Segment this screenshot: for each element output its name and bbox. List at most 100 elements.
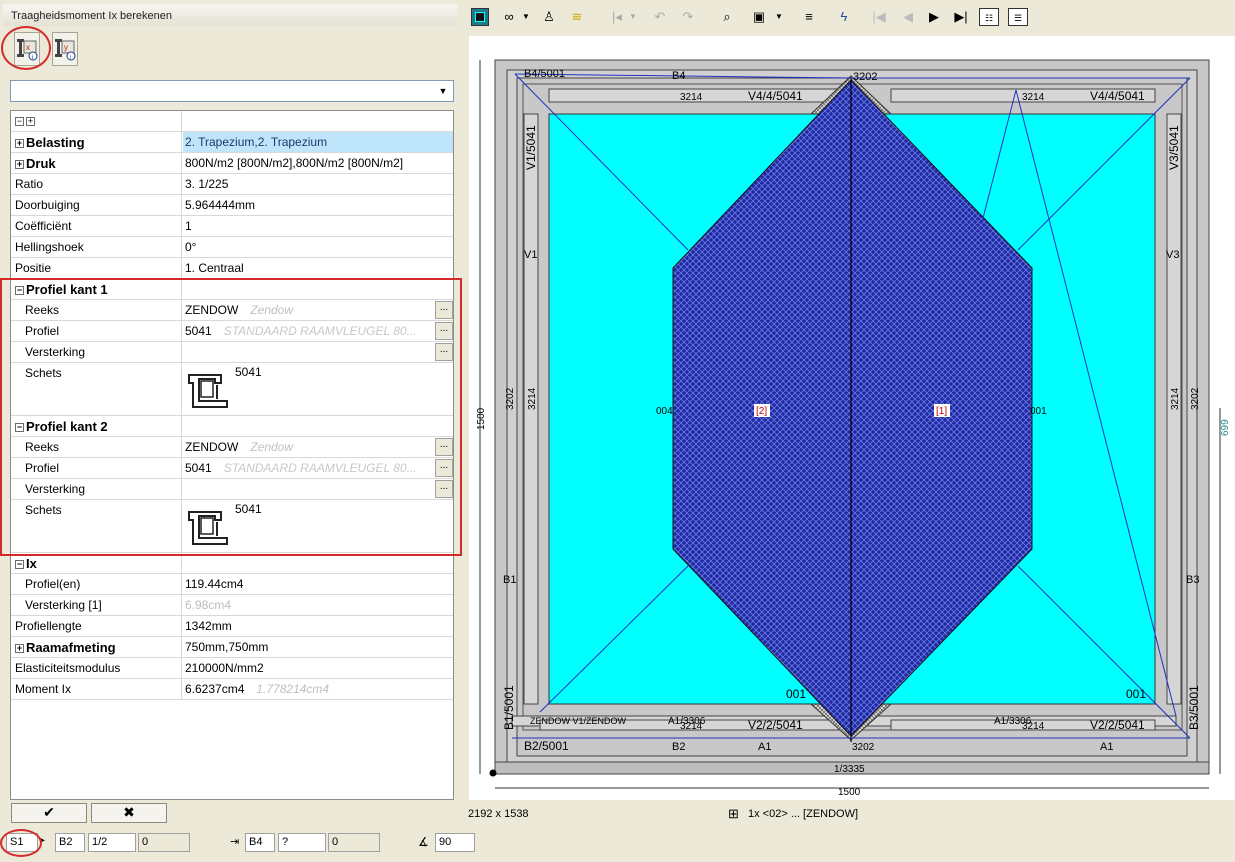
row-moment-ix[interactable]: Moment Ix 6.6237cm4 1.778214cm4: [11, 679, 453, 700]
glasses-icon[interactable]: ∞: [499, 8, 519, 26]
label-right-3202: 3202: [1190, 387, 1201, 410]
label-panel-2: [2]: [756, 406, 767, 417]
angle-icon: ∡: [418, 835, 429, 849]
label-b1-5001: B1/5001: [502, 685, 516, 730]
label-004: 004: [656, 406, 673, 417]
collapse-icon[interactable]: −: [15, 560, 24, 569]
label-v3-5041: V3/5041: [1167, 125, 1181, 170]
grid-icon: ⊞: [728, 806, 739, 821]
highlight-circle-tools: [1, 26, 51, 70]
label-001-right: 001: [1126, 687, 1146, 701]
row-profiellengte[interactable]: Profiellengte 1342mm: [11, 616, 453, 637]
chevron-down-icon[interactable]: ▼: [521, 8, 531, 26]
prev-page-icon: ◀: [903, 9, 913, 24]
label-bottom-code: 3202: [852, 742, 875, 753]
window-frame-drawing: B4/5001 B4 3202 3214 V4/4/5041 3214 V4/4…: [476, 59, 1231, 798]
row-versterking-ix[interactable]: Versterking [1] 6.98cm4: [11, 595, 453, 616]
label-v4-right: V4/4/5041: [1090, 89, 1145, 103]
label-b3: B3: [1186, 574, 1199, 586]
lightning-icon[interactable]: ϟ: [835, 8, 853, 26]
iy-calc-button[interactable]: y i: [52, 32, 78, 66]
height-dimension: 1500: [476, 407, 487, 430]
row-positie[interactable]: Positie 1. Centraal: [11, 258, 453, 279]
first-disabled-icon: |◂: [612, 9, 622, 24]
selection-dropdown[interactable]: ▼: [10, 80, 454, 102]
label-v4-left: V4/4/5041: [748, 89, 803, 103]
label-v2-right: V2/2/5041: [1090, 718, 1145, 732]
group-ix[interactable]: − Ix: [11, 553, 453, 574]
label-right-3214: 3214: [1170, 387, 1181, 410]
label-v4-right-code: 3214: [1022, 92, 1045, 103]
label-panel-1: [1]: [936, 406, 947, 417]
drawing-canvas[interactable]: B4/5001 B4 3202 3214 V4/4/5041 3214 V4/4…: [469, 36, 1235, 800]
b4-field[interactable]: B4: [245, 833, 275, 852]
svg-text:i: i: [70, 55, 71, 61]
align-icon[interactable]: ≡: [800, 8, 818, 26]
row-hellingshoek[interactable]: Hellingshoek 0°: [11, 237, 453, 258]
bottom-status-bar: S1 ▸ B2 1/2 0 ⇥ B4 ? 0 ∡ 90: [0, 830, 1235, 862]
collapse-all-icon[interactable]: −: [15, 117, 24, 126]
label-001-left: 001: [786, 687, 806, 701]
angle-field[interactable]: 90: [435, 833, 475, 852]
label-left-3202: 3202: [505, 387, 516, 410]
fraction-field[interactable]: 1/2: [88, 833, 136, 852]
frame-select-icon[interactable]: ▣: [750, 8, 768, 26]
canvas-size: 2192 x 1538: [468, 808, 529, 820]
highlight-circle-s1: [0, 829, 42, 857]
first-page-icon: |◀: [872, 9, 886, 24]
svg-text:y: y: [64, 43, 68, 52]
label-b4: B4: [672, 70, 685, 82]
expand-icon[interactable]: +: [15, 139, 24, 148]
expand-all-icon[interactable]: +: [26, 117, 35, 126]
ok-button[interactable]: ✔: [11, 803, 87, 823]
chevron-down-icon[interactable]: ▼: [774, 8, 784, 26]
label-b1: B1: [503, 574, 516, 586]
panel-title: Traagheidsmoment Ix berekenen: [3, 4, 458, 26]
cancel-button[interactable]: ✖: [91, 803, 167, 823]
row-coefficient[interactable]: Coëfficiënt 1: [11, 216, 453, 237]
label-v2-right-code: 3214: [1022, 721, 1045, 732]
last-page-icon[interactable]: ▶|: [952, 8, 970, 26]
label-left-3214: 3214: [527, 387, 538, 410]
iy-icon: y i: [55, 39, 76, 61]
label-b4-5001: B4/5001: [524, 68, 565, 80]
right-dimension: 699: [1220, 419, 1231, 436]
highlight-box-profiles: [0, 278, 462, 556]
row-doorbuiging[interactable]: Doorbuiging 5.964444mm: [11, 195, 453, 216]
row-profielen[interactable]: Profiel(en) 119.44cm4: [11, 574, 453, 595]
row-elasticiteitsmodulus[interactable]: Elasticiteitsmodulus 210000N/mm2: [11, 658, 453, 679]
label-a1-right: A1: [1100, 741, 1113, 753]
width-dimension: 1500: [838, 787, 861, 798]
report-icon[interactable]: ☷: [979, 8, 999, 26]
b2-field[interactable]: B2: [55, 833, 85, 852]
selection-info: 1x <02> ... [ZENDOW]: [748, 808, 859, 820]
next-page-icon[interactable]: ▶: [926, 8, 942, 26]
label-b2: B2: [672, 741, 685, 753]
left-panel: Traagheidsmoment Ix berekenen x i y i ▼ …: [0, 0, 463, 830]
expand-icon[interactable]: +: [15, 160, 24, 169]
label-zendow-strip: ZENDOW V1/ZENDOW: [530, 716, 627, 726]
label-b2-5001: B2/5001: [524, 739, 569, 753]
frame-view-icon[interactable]: [471, 8, 489, 26]
label-v2-left-code: 3214: [680, 721, 703, 732]
label-v1-5041: V1/5041: [524, 125, 538, 170]
label-v4-left-code: 3214: [680, 92, 703, 103]
chevron-down-icon[interactable]: ▼: [435, 82, 451, 100]
row-ratio[interactable]: Ratio 3. 1/225: [11, 174, 453, 195]
label-b3-5001: B3/5001: [1187, 685, 1201, 730]
label-001: 001: [1030, 406, 1047, 417]
label-top-code: 3202: [853, 71, 877, 83]
zoom-icon[interactable]: ⌕: [718, 8, 736, 26]
row-druk[interactable]: + Druk 800N/m2 [800N/m2],800N/m2 [800N/m2…: [11, 153, 453, 174]
value-field-2[interactable]: 0: [328, 833, 380, 852]
row-raamafmeting[interactable]: + Raamafmeting 750mm,750mm: [11, 637, 453, 658]
unknown-field[interactable]: ?: [278, 833, 326, 852]
layers-icon[interactable]: ≋: [568, 8, 586, 26]
report-list-icon[interactable]: ☰: [1008, 8, 1028, 26]
value-field-1[interactable]: 0: [138, 833, 190, 852]
row-belasting[interactable]: + Belasting 2. Trapezium,2. Trapezium: [11, 132, 453, 153]
expand-icon[interactable]: +: [15, 644, 24, 653]
drawing-status-bar: 2192 x 1538 ⊞ 1x <02> ... [ZENDOW]: [466, 802, 1235, 826]
redo-icon: ↷: [682, 9, 694, 24]
person-icon[interactable]: ♙: [540, 8, 558, 26]
